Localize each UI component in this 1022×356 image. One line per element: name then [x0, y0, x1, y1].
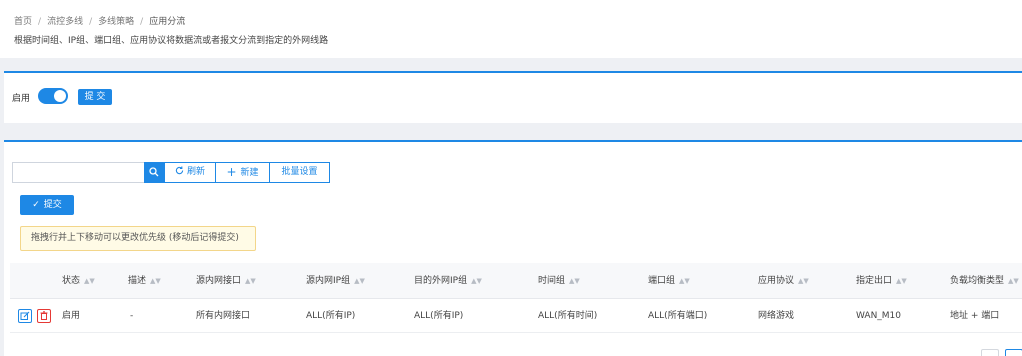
check-icon: ✓	[32, 200, 40, 210]
breadcrumb-separator: /	[38, 17, 42, 27]
column-header-status[interactable]: 状态 ▲▼	[62, 263, 95, 299]
refresh-label: 刷新	[186, 167, 205, 177]
sort-icon: ▲▼	[84, 277, 95, 285]
cell-src-ip-group: ALL(所有IP)	[306, 311, 356, 321]
breadcrumb-separator: /	[140, 17, 144, 27]
column-description-label: 描述	[128, 276, 147, 286]
enable-toggle[interactable]	[38, 88, 68, 104]
column-status-label: 状态	[62, 276, 81, 286]
new-button[interactable]: + 新建	[216, 162, 270, 183]
column-src-interface-label: 源内网接口	[196, 276, 242, 286]
pagination-prev-button[interactable]	[981, 349, 999, 356]
column-port-label: 端口组	[648, 276, 676, 286]
column-header-src-interface: 源内网接口 ▲▼	[196, 263, 256, 299]
sort-icon: ▲▼	[471, 277, 482, 285]
enable-label: 启用	[12, 94, 31, 104]
column-header-src-ip-group: 源内网IP组 ▲▼	[306, 263, 365, 299]
search-input[interactable]	[12, 162, 144, 183]
breadcrumb-home[interactable]: 首页	[14, 17, 32, 27]
breadcrumb-flow-control[interactable]: 流控多线	[47, 17, 83, 27]
rules-card: 刷新 + 新建 批量设置 ✓ 提交 拖拽行并上下移动可以更改优先级 (移动后记得提交…	[4, 140, 1022, 356]
column-header-outlet[interactable]: 指定出口 ▲▼	[856, 263, 907, 299]
breadcrumb-current: 应用分流	[149, 17, 186, 27]
breadcrumb: 首页 / 流控多线 / 多线策略 / 应用分流	[14, 14, 185, 27]
table-header: 状态 ▲▼ 描述 ▲▼ 源内网接口 ▲▼ 源内网IP组 ▲▼ 目的外网IP组 ▲▼ 时间组…	[10, 263, 1022, 299]
trash-icon	[40, 311, 48, 320]
search-button[interactable]	[144, 162, 164, 183]
batch-settings-button[interactable]: 批量设置	[270, 162, 330, 183]
sort-icon: ▲▼	[354, 277, 365, 285]
breadcrumb-separator: /	[89, 17, 93, 27]
delete-button[interactable]	[37, 309, 51, 323]
cell-src-interface: 所有内网接口	[196, 311, 251, 321]
submit-button[interactable]: ✓ 提交	[20, 195, 74, 215]
column-header-app-protocol[interactable]: 应用协议 ▲▼	[758, 263, 809, 299]
column-time-label: 时间组	[538, 276, 566, 286]
column-header-lb-type[interactable]: 负载均衡类型 ▲▼	[950, 263, 1019, 299]
toggle-knob	[54, 90, 66, 102]
sort-icon: ▲▼	[245, 277, 256, 285]
table-row[interactable]: 启用 - 所有内网接口 ALL(所有IP) ALL(所有IP) ALL(所有时间…	[10, 299, 1022, 333]
refresh-button[interactable]: 刷新	[164, 162, 216, 183]
page-description: 根据时间组、IP组、端口组、应用协议将数据流或者报文分流到指定的外网线路	[14, 36, 329, 46]
column-protocol-label: 应用协议	[758, 276, 795, 286]
cell-app-protocol: 网络游戏	[758, 311, 795, 321]
sort-icon: ▲▼	[896, 277, 907, 285]
new-label: 新建	[240, 168, 259, 178]
sort-icon: ▲▼	[569, 277, 580, 285]
enable-settings-card: 启用 提 交	[4, 71, 1022, 123]
cell-outlet: WAN_M10	[856, 311, 902, 321]
cell-dst-ip-group: ALL(所有IP)	[414, 311, 464, 321]
priority-notice: 拖拽行并上下移动可以更改优先级 (移动后记得提交)	[20, 226, 256, 251]
sort-icon: ▲▼	[798, 277, 809, 285]
column-dst-ip-label: 目的外网IP组	[414, 276, 468, 286]
sort-icon: ▲▼	[679, 277, 690, 285]
cell-description: -	[130, 311, 134, 321]
sort-icon: ▲▼	[150, 277, 161, 285]
column-lb-type-label: 负载均衡类型	[950, 276, 1005, 286]
settings-submit-button[interactable]: 提 交	[78, 89, 112, 105]
column-src-ip-label: 源内网IP组	[306, 276, 351, 286]
page-header: 首页 / 流控多线 / 多线策略 / 应用分流 根据时间组、IP组、端口组、应用协议将数据流…	[0, 0, 1022, 58]
cell-time-group: ALL(所有时间)	[538, 311, 598, 321]
column-header-description[interactable]: 描述 ▲▼	[128, 263, 161, 299]
search-icon	[149, 166, 159, 176]
refresh-icon	[175, 166, 184, 175]
plus-icon: +	[226, 165, 237, 179]
submit-label: 提交	[43, 200, 62, 210]
edit-button[interactable]	[18, 309, 32, 323]
column-header-time-group[interactable]: 时间组 ▲▼	[538, 263, 580, 299]
sort-icon: ▲▼	[1008, 277, 1019, 285]
cell-port-group: ALL(所有端口)	[648, 311, 708, 321]
edit-icon	[20, 311, 30, 320]
breadcrumb-multiline-policy[interactable]: 多线策略	[98, 17, 134, 27]
pagination-next-button[interactable]	[1005, 349, 1022, 356]
column-header-dst-ip-group: 目的外网IP组 ▲▼	[414, 263, 482, 299]
column-header-port-group[interactable]: 端口组 ▲▼	[648, 263, 690, 299]
column-outlet-label: 指定出口	[856, 276, 893, 286]
cell-lb-type: 地址 + 端口	[950, 311, 1000, 321]
cell-status: 启用	[62, 311, 81, 321]
